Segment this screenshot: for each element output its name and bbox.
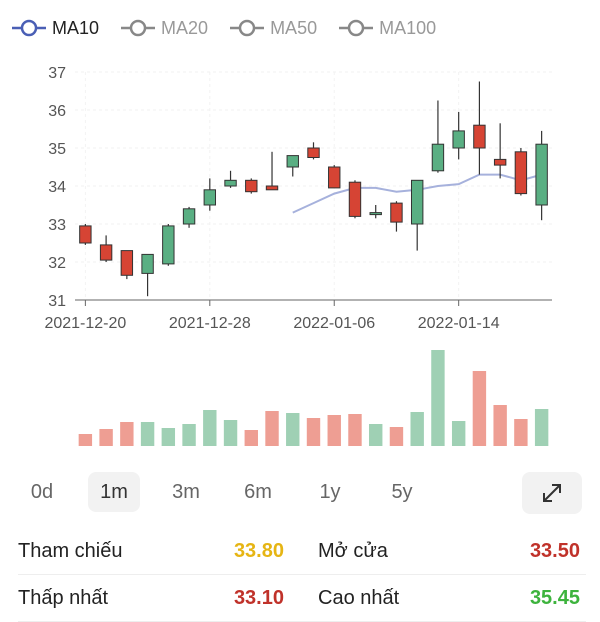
period-1y[interactable]: 1y (304, 472, 356, 512)
candle-body (99, 244, 113, 261)
y-tick-label: 36 (48, 103, 66, 120)
volume-bar (451, 421, 466, 446)
period-6m[interactable]: 6m (232, 472, 284, 512)
period-3m[interactable]: 3m (160, 472, 212, 512)
volume-bar (161, 428, 176, 446)
candle-body (473, 124, 486, 149)
legend-ma20[interactable]: MA20 (121, 18, 208, 39)
candle-body (452, 130, 465, 149)
x-tick-label: 2022-01-06 (293, 315, 375, 332)
y-tick-label: 33 (48, 217, 66, 234)
x-tick-label: 2021-12-28 (169, 315, 251, 332)
candle-body (328, 166, 341, 189)
legend-marker-icon (12, 19, 46, 37)
volume-bar (514, 419, 528, 446)
candle-body (203, 189, 217, 206)
candle-body (493, 158, 507, 166)
stat-label: Thấp nhất (18, 586, 109, 609)
stats-row: Tham chiếu 33.80 Mở cửa 33.50 (18, 528, 586, 575)
volume-bar (306, 418, 321, 446)
volume-bar (286, 413, 300, 446)
x-tick-label: 2022-01-14 (418, 315, 500, 332)
stats-row: Thấp nhất 33.10 Cao nhất 35.45 (18, 575, 586, 622)
chart-legend: MA10 MA20 MA50 MA100 (12, 12, 458, 44)
price-chart[interactable]: 31 32 33 34 35 36 37 2021-12-20 2021-12-28 2022-0… (0, 50, 600, 460)
stat-open: Mở cửa 33.50 (302, 540, 586, 563)
candle-body (431, 143, 445, 172)
legend-ma50[interactable]: MA50 (230, 18, 317, 39)
volume-bar (327, 415, 341, 446)
legend-marker-icon (121, 19, 156, 37)
stat-value-reference: 33.80 (233, 539, 284, 562)
stat-value-open: 33.50 (529, 539, 580, 562)
stat-label: Tham chiếu (18, 539, 123, 562)
candle-body (410, 179, 424, 225)
candle-body (369, 212, 382, 216)
volume-bar (265, 411, 279, 446)
candle-body (390, 202, 403, 223)
legend-label: MA100 (379, 17, 437, 38)
volume-bar (348, 414, 362, 446)
candle-body (535, 143, 548, 206)
legend-marker-icon (339, 19, 374, 37)
candle-body (245, 179, 258, 193)
candle-body (162, 225, 175, 265)
stat-reference: Tham chiếu 33.80 (18, 540, 302, 563)
candle-body (120, 250, 134, 276)
period-0d[interactable]: 0d (16, 472, 68, 512)
volume-bar (244, 430, 258, 446)
period-1m[interactable]: 1m (88, 472, 140, 512)
candle-body (307, 147, 320, 158)
y-tick-label: 32 (48, 255, 66, 272)
volume-bar (78, 434, 93, 446)
volume-bar (140, 422, 155, 446)
candle-body (182, 208, 196, 225)
expand-button[interactable] (522, 472, 582, 514)
volume-bar (99, 429, 113, 446)
volume-bar (203, 410, 217, 446)
legend-label: MA50 (270, 17, 318, 38)
y-tick-label: 35 (48, 141, 66, 158)
x-tick-label: 2021-12-20 (44, 315, 126, 332)
stat-label: Cao nhất (318, 586, 400, 609)
volume-bar (120, 422, 134, 446)
volume-bar (534, 409, 549, 446)
candle-body (224, 179, 237, 187)
period-5y[interactable]: 5y (376, 472, 428, 512)
y-tick-label: 37 (48, 65, 66, 82)
candle-body (141, 253, 154, 274)
volume-bar (223, 420, 238, 446)
volume-bar (431, 350, 445, 446)
legend-ma100[interactable]: MA100 (339, 18, 436, 39)
stat-high: Cao nhất 35.45 (302, 587, 586, 610)
expand-icon (543, 484, 561, 502)
legend-label: MA20 (161, 17, 209, 38)
volume-bar (493, 405, 507, 446)
volume-bar (182, 424, 196, 446)
legend-label: MA10 (52, 17, 100, 38)
volume-bar (410, 412, 424, 446)
volume-bar (472, 371, 487, 446)
legend-ma10[interactable]: MA10 (12, 18, 99, 39)
period-selector: 0d 1m 3m 6m 1y 5y (16, 472, 448, 512)
legend-marker-icon (230, 19, 265, 37)
stat-low: Thấp nhất 33.10 (18, 587, 302, 610)
candle-body (79, 225, 92, 244)
stat-value-high: 35.45 (529, 586, 580, 609)
stats-panel: Tham chiếu 33.80 Mở cửa 33.50 Thấp nhất … (18, 528, 586, 622)
stat-value-low: 33.10 (233, 586, 284, 609)
candle-body (348, 181, 362, 217)
volume-bar (369, 424, 383, 446)
candle-body (265, 185, 279, 191)
volume-bar (389, 427, 404, 446)
y-tick-label: 34 (48, 179, 66, 196)
candle-body (286, 155, 299, 168)
y-tick-label: 31 (48, 293, 66, 310)
stat-label: Mở cửa (318, 539, 388, 562)
candle-body (514, 151, 528, 195)
